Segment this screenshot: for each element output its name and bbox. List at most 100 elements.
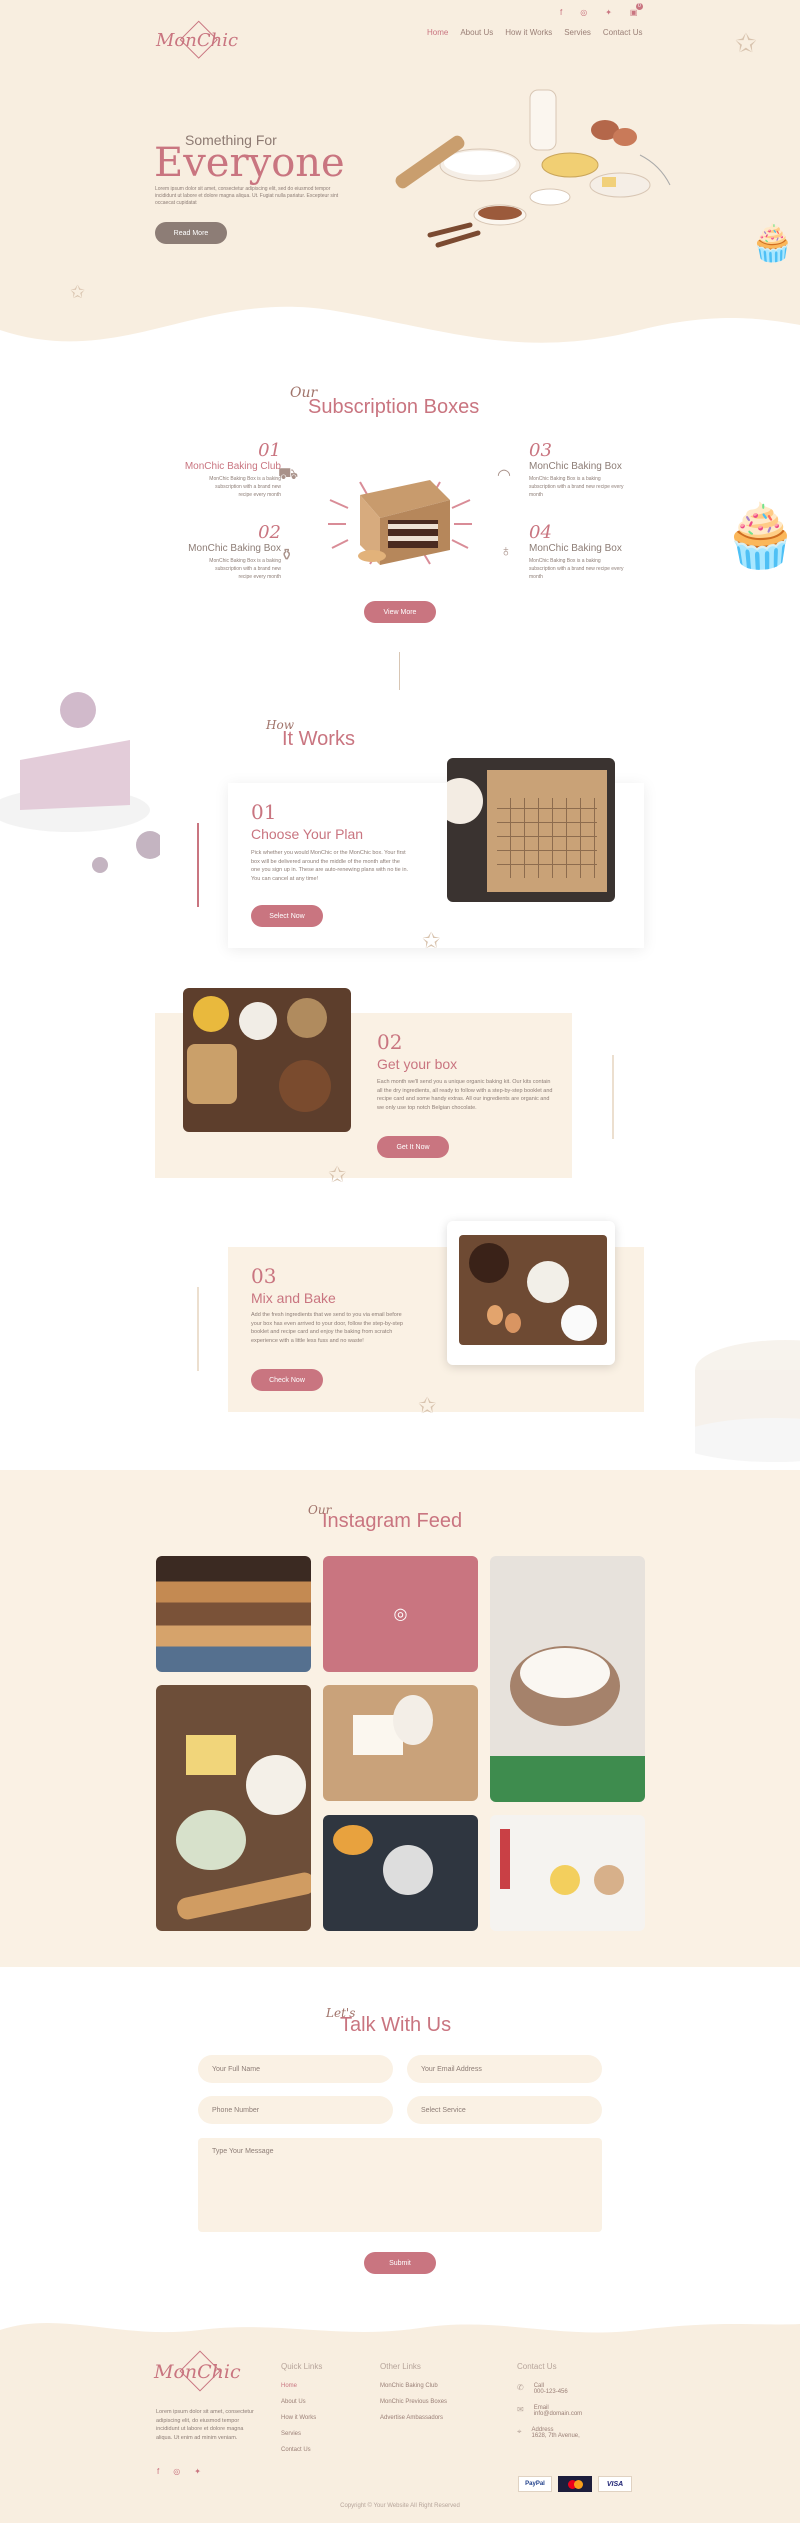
item-title: MonChic Baking Box xyxy=(529,461,622,472)
full-name-input[interactable]: Your Full Name xyxy=(198,2055,393,2083)
item-number: 04 xyxy=(529,522,552,543)
quick-links: Quick Links Home About Us How it Works S… xyxy=(281,2362,322,2463)
nav-home[interactable]: Home xyxy=(427,28,448,37)
instagram-photo-flour-bowl[interactable] xyxy=(490,1556,645,1802)
footer-link-contact[interactable]: Contact Us xyxy=(281,2447,322,2453)
subscription-title: Subscription Boxes xyxy=(308,396,480,418)
footer-about-text: Lorem ipsum dolor sit amet, consectetur … xyxy=(156,2409,254,2441)
email-value[interactable]: info@domain.com xyxy=(534,2411,582,2417)
item-text: MonChic Baking Box is a baking subscript… xyxy=(529,476,624,498)
email-input[interactable]: Your Email Address xyxy=(407,2055,602,2083)
nav-contact[interactable]: Contact Us xyxy=(603,28,643,37)
facebook-icon[interactable]: f xyxy=(157,2467,159,2476)
step-accent-line xyxy=(197,1287,199,1371)
check-now-button[interactable]: Check Now xyxy=(251,1369,323,1391)
item-number: 02 xyxy=(258,522,281,543)
cake-icon: ♁ xyxy=(500,543,512,560)
hero-text: Lorem ipsum dolor sit amet, consectetur … xyxy=(155,186,339,206)
item-number: 01 xyxy=(258,440,281,461)
truck-icon: ⛟ xyxy=(278,466,299,483)
footer-link-about[interactable]: About Us xyxy=(281,2399,322,2405)
main-nav: Home About Us How it Works Servies Conta… xyxy=(415,28,642,37)
subscription-box-image xyxy=(320,460,480,580)
other-links-title: Other Links xyxy=(380,2362,421,2371)
instagram-icon[interactable]: ◎ xyxy=(173,2467,180,2476)
copyright: Copyright © Your Website All Right Reser… xyxy=(340,2503,460,2509)
footer-link-services[interactable]: Servies xyxy=(281,2431,322,2437)
step-accent-line xyxy=(197,823,199,907)
twitter-icon[interactable]: ✦ xyxy=(194,2467,201,2476)
instagram-photo-featured[interactable]: ◎ xyxy=(323,1556,478,1672)
star-icon: ✩ xyxy=(422,928,441,953)
paypal-badge: PayPal xyxy=(518,2476,552,2492)
nav-how-it-works[interactable]: How it Works xyxy=(505,28,552,37)
facebook-icon[interactable]: f xyxy=(560,8,562,20)
logo-text: MonChic xyxy=(156,30,239,51)
white-cake-decor xyxy=(675,1300,800,1465)
calendar-photo xyxy=(447,758,615,902)
step-title: Mix and Bake xyxy=(251,1290,336,1306)
select-now-button[interactable]: Select Now xyxy=(251,905,323,927)
mixer-icon: ⚱ xyxy=(280,547,294,564)
contact-title: Talk With Us xyxy=(340,2014,452,2036)
twitter-icon[interactable]: ✦ xyxy=(605,8,612,20)
step-text: Add the fresh ingredients that we send t… xyxy=(251,1312,403,1344)
cake-slice-decor xyxy=(0,680,164,880)
view-more-button[interactable]: View More xyxy=(364,601,436,623)
cart-count-badge: 0 xyxy=(635,3,643,10)
muffin-sketch-icon: 🧁 xyxy=(722,502,800,571)
step-text: Pick whether you would MonChic or the Mo… xyxy=(251,850,409,882)
nav-services[interactable]: Servies xyxy=(564,28,591,37)
instagram-photo-pastry-prep[interactable] xyxy=(323,1685,478,1801)
instagram-icon[interactable]: ◎ xyxy=(580,8,587,20)
footer-link-baking-club[interactable]: MonChic Baking Club xyxy=(380,2383,447,2389)
call-value[interactable]: 000-123-456 xyxy=(534,2389,568,2395)
footer-link-how[interactable]: How it Works xyxy=(281,2415,322,2421)
hero-title: Everyone xyxy=(154,140,345,186)
star-icon: ✩ xyxy=(70,282,86,302)
phone-input[interactable]: Phone Number xyxy=(198,2096,393,2124)
footer-social: f ◎ ✦ xyxy=(157,2467,201,2476)
step-text: Each month we'll send you a unique organ… xyxy=(377,1079,553,1111)
other-links: Other Links MonChic Baking Club MonChic … xyxy=(380,2362,447,2431)
message-textarea[interactable]: Type Your Message xyxy=(198,2138,602,2232)
subscription-item-03: 03 MonChic Baking Box MonChic Baking Box… xyxy=(495,440,645,499)
nav-about[interactable]: About Us xyxy=(460,28,493,37)
get-it-now-button[interactable]: Get It Now xyxy=(377,1136,449,1158)
footer-link-previous-boxes[interactable]: MonChic Previous Boxes xyxy=(380,2399,447,2405)
item-text: MonChic Baking Box is a baking subscript… xyxy=(529,558,624,580)
instagram-photo-baking-spread[interactable] xyxy=(490,1815,645,1931)
quick-links-title: Quick Links xyxy=(281,2362,323,2371)
contact-title-footer: Contact Us xyxy=(517,2362,557,2371)
hero-ingredients-image xyxy=(370,85,690,285)
location-icon: ⌖ xyxy=(517,2427,522,2436)
email-icon: ✉ xyxy=(517,2405,524,2414)
payment-methods: PayPal VISA xyxy=(518,2476,632,2492)
hero-read-more-button[interactable]: Read More xyxy=(155,222,227,244)
instagram-photo-butter-eggs[interactable] xyxy=(156,1685,311,1931)
item-title: MonChic Baking Box xyxy=(529,543,622,554)
service-select[interactable]: Select Service xyxy=(407,2096,602,2124)
logo[interactable]: MonChic xyxy=(152,18,242,62)
instagram-photo-whisk-eggs[interactable] xyxy=(323,1815,478,1931)
instagram-photo-bakery-shop[interactable] xyxy=(156,1556,311,1672)
footer-link-home[interactable]: Home xyxy=(281,2383,322,2389)
step-number: 02 xyxy=(377,1030,403,1054)
visa-badge: VISA xyxy=(598,2476,632,2492)
step-number: 01 xyxy=(251,800,277,824)
social-bar: f ◎ ✦ ▣ 0 xyxy=(560,3,650,20)
star-icon: ✩ xyxy=(735,28,757,58)
instagram-title: Instagram Feed xyxy=(322,1510,463,1532)
cupcake-icon: 🧁 xyxy=(750,222,795,263)
item-number: 03 xyxy=(529,440,552,461)
footer-link-ambassadors[interactable]: Advertise Ambassadors xyxy=(380,2415,447,2421)
how-title: It Works xyxy=(282,728,355,750)
cart-icon[interactable]: ▣ 0 xyxy=(630,3,643,20)
hero-wave xyxy=(0,306,800,370)
footer-logo-text: MonChic xyxy=(154,2361,241,2383)
divider-line xyxy=(399,652,400,690)
submit-button[interactable]: Submit xyxy=(364,2252,436,2274)
mastercard-badge xyxy=(558,2476,592,2492)
footer-logo[interactable]: MonChic xyxy=(152,2347,242,2395)
phone-icon: ✆ xyxy=(517,2383,524,2392)
